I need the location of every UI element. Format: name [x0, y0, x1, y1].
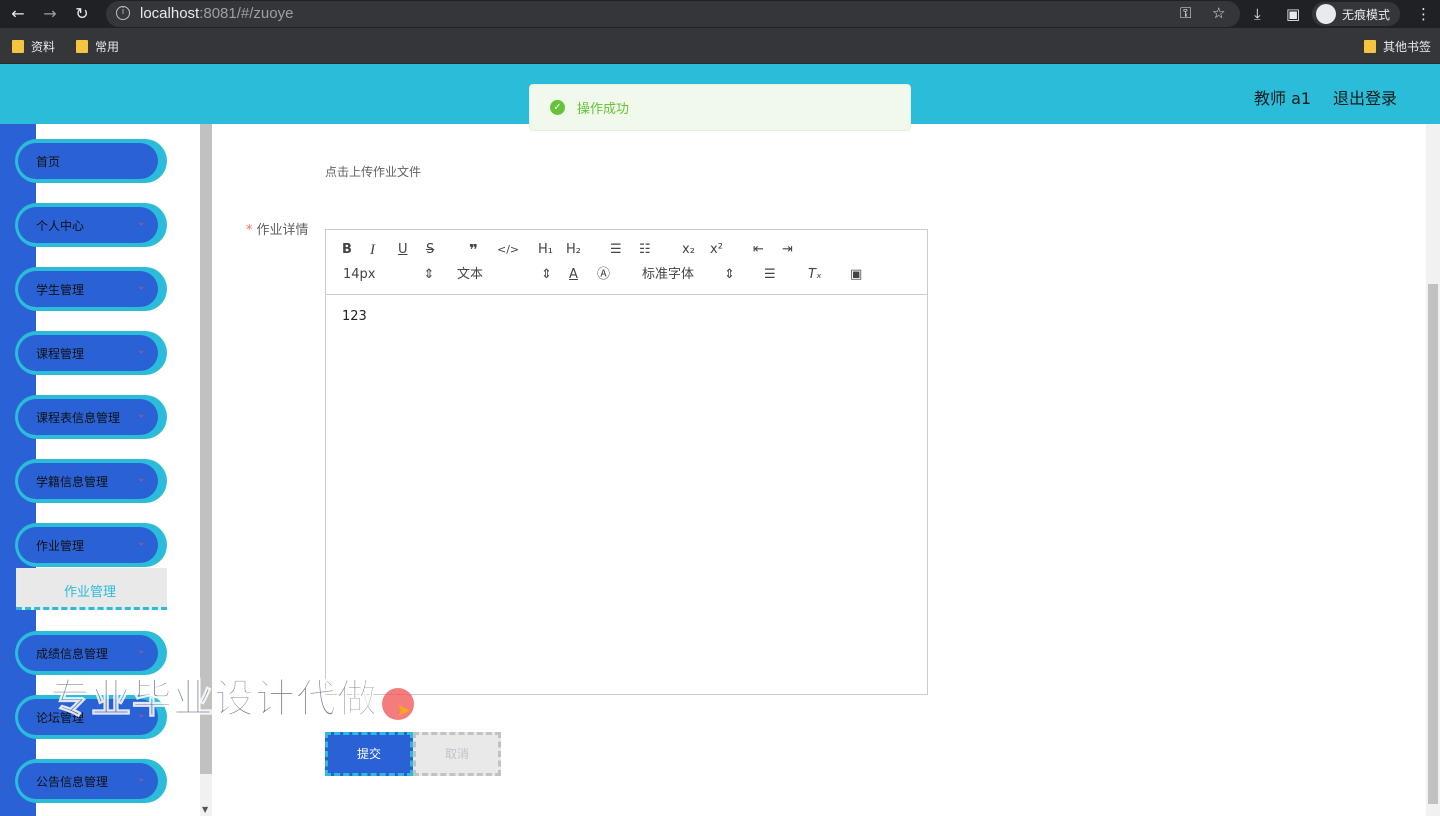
sidebar-item-homework[interactable]: 作业管理 ⌄	[15, 523, 167, 567]
underline-button[interactable]: U	[398, 242, 408, 258]
incognito-badge[interactable]: 无痕模式	[1312, 2, 1401, 26]
bookmark-folder-1[interactable]: 常用	[76, 38, 119, 55]
side-panel-icon[interactable]: ▣	[1286, 4, 1300, 24]
sidebar-item-courses[interactable]: 课程管理 ⌄	[15, 331, 167, 375]
address-bar[interactable]: i localhost:8081/#/zuoye ⚿ ☆	[106, 1, 1240, 27]
chevron-down-icon: ⌄	[137, 217, 146, 228]
indent-button[interactable]: ⇥	[782, 242, 793, 258]
upload-hint[interactable]: 点击上传作业文件	[325, 163, 421, 180]
align-button[interactable]: ☰	[764, 267, 776, 283]
outdent-button[interactable]: ⇤	[753, 242, 764, 258]
key-icon[interactable]: ⚿	[1180, 3, 1191, 23]
browser-toolbar: ← → ↻ i localhost:8081/#/zuoye ⚿ ☆ ⤓ ▣ 无…	[0, 0, 1440, 28]
font-size-select[interactable]: 14px ⇕	[343, 267, 434, 283]
subscript-button[interactable]: x₂	[682, 242, 695, 258]
bookmarks-bar: 资料 常用 其他书签	[0, 28, 1440, 64]
clear-format-button[interactable]: Tₓ	[808, 267, 822, 283]
background-color-button[interactable]: Ⓐ	[597, 267, 610, 283]
mouse-cursor-icon: ➤	[396, 700, 412, 721]
star-icon[interactable]: ☆	[1212, 3, 1225, 23]
sidebar-item-students[interactable]: 学生管理 ⌄	[15, 267, 167, 311]
font-color-button[interactable]: A	[569, 267, 578, 283]
chevron-down-icon: ⌄	[137, 281, 146, 292]
image-button[interactable]: ▣	[850, 267, 862, 283]
submit-button[interactable]: 提交	[325, 732, 413, 776]
submenu-homework-management[interactable]: 作业管理	[16, 568, 167, 610]
sidebar-item-timetable[interactable]: 课程表信息管理 ⌄	[15, 395, 167, 439]
code-button[interactable]: </>	[497, 242, 519, 258]
chevron-down-icon: ⌄	[137, 773, 146, 784]
folder-icon	[12, 40, 24, 53]
bookmark-folder-0[interactable]: 资料	[12, 38, 55, 55]
italic-button[interactable]: I	[370, 242, 375, 258]
chevron-down-icon: ⌄	[137, 537, 146, 548]
scroll-down-icon[interactable]: ▼	[202, 805, 208, 814]
ordered-list-button[interactable]: ☰	[610, 242, 622, 258]
current-user: 教师 a1	[1254, 89, 1312, 108]
back-icon[interactable]: ←	[8, 4, 28, 24]
logout-link[interactable]: 退出登录	[1333, 85, 1397, 109]
check-circle-icon: ✓	[550, 100, 565, 115]
superscript-button[interactable]: x²	[710, 242, 723, 258]
url-text: localhost:8081/#/zuoye	[140, 5, 294, 22]
sidebar-item-notices[interactable]: 公告信息管理 ⌄	[15, 759, 167, 803]
bold-button[interactable]: B	[342, 242, 352, 258]
editor-content[interactable]: 123	[342, 309, 367, 324]
h2-button[interactable]: H₂	[566, 242, 581, 258]
sidebar-item-profile[interactable]: 个人中心 ⌄	[15, 203, 167, 247]
font-family-select[interactable]: 标准字体 ⇕	[642, 267, 735, 283]
rich-text-editor: B I U S ❞ </> H₁ H₂ ☰ ☷ x₂ x² ⇤ ⇥ 14px ⇕ …	[325, 229, 928, 695]
strike-button[interactable]: S	[426, 242, 434, 258]
cancel-button[interactable]: 取消	[413, 732, 501, 776]
page-scrollbar[interactable]	[1426, 124, 1440, 816]
bullet-list-button[interactable]: ☷	[639, 242, 651, 258]
site-info-icon[interactable]: i	[116, 6, 130, 20]
chevron-down-icon: ⌄	[137, 409, 146, 420]
chevron-down-icon: ⌄	[137, 473, 146, 484]
sidebar-item-enrollment[interactable]: 学籍信息管理 ⌄	[15, 459, 167, 503]
editor-toolbar: B I U S ❞ </> H₁ H₂ ☰ ☷ x₂ x² ⇤ ⇥ 14px ⇕ …	[326, 230, 927, 295]
incognito-icon	[1316, 4, 1336, 24]
header-select[interactable]: 文本 ⇕	[457, 267, 552, 283]
chevron-down-icon: ⌄	[137, 345, 146, 356]
h1-button[interactable]: H₁	[538, 242, 553, 258]
folder-icon	[1364, 40, 1376, 53]
sidebar-item-home[interactable]: 首页	[15, 139, 167, 183]
reload-icon[interactable]: ↻	[72, 4, 92, 24]
folder-icon	[76, 40, 88, 53]
watermark: 专业毕业设计代做	[50, 676, 378, 723]
detail-label: * 作业详情	[246, 223, 309, 238]
menu-kebab-icon[interactable]: ⋮	[1416, 4, 1431, 24]
chevron-down-icon: ⌄	[137, 645, 146, 656]
download-icon[interactable]: ⤓	[1254, 4, 1261, 24]
other-bookmarks[interactable]: 其他书签	[1364, 38, 1431, 55]
blockquote-button[interactable]: ❞	[469, 242, 478, 258]
forward-icon[interactable]: →	[40, 4, 60, 24]
success-toast: ✓ 操作成功	[529, 84, 911, 131]
